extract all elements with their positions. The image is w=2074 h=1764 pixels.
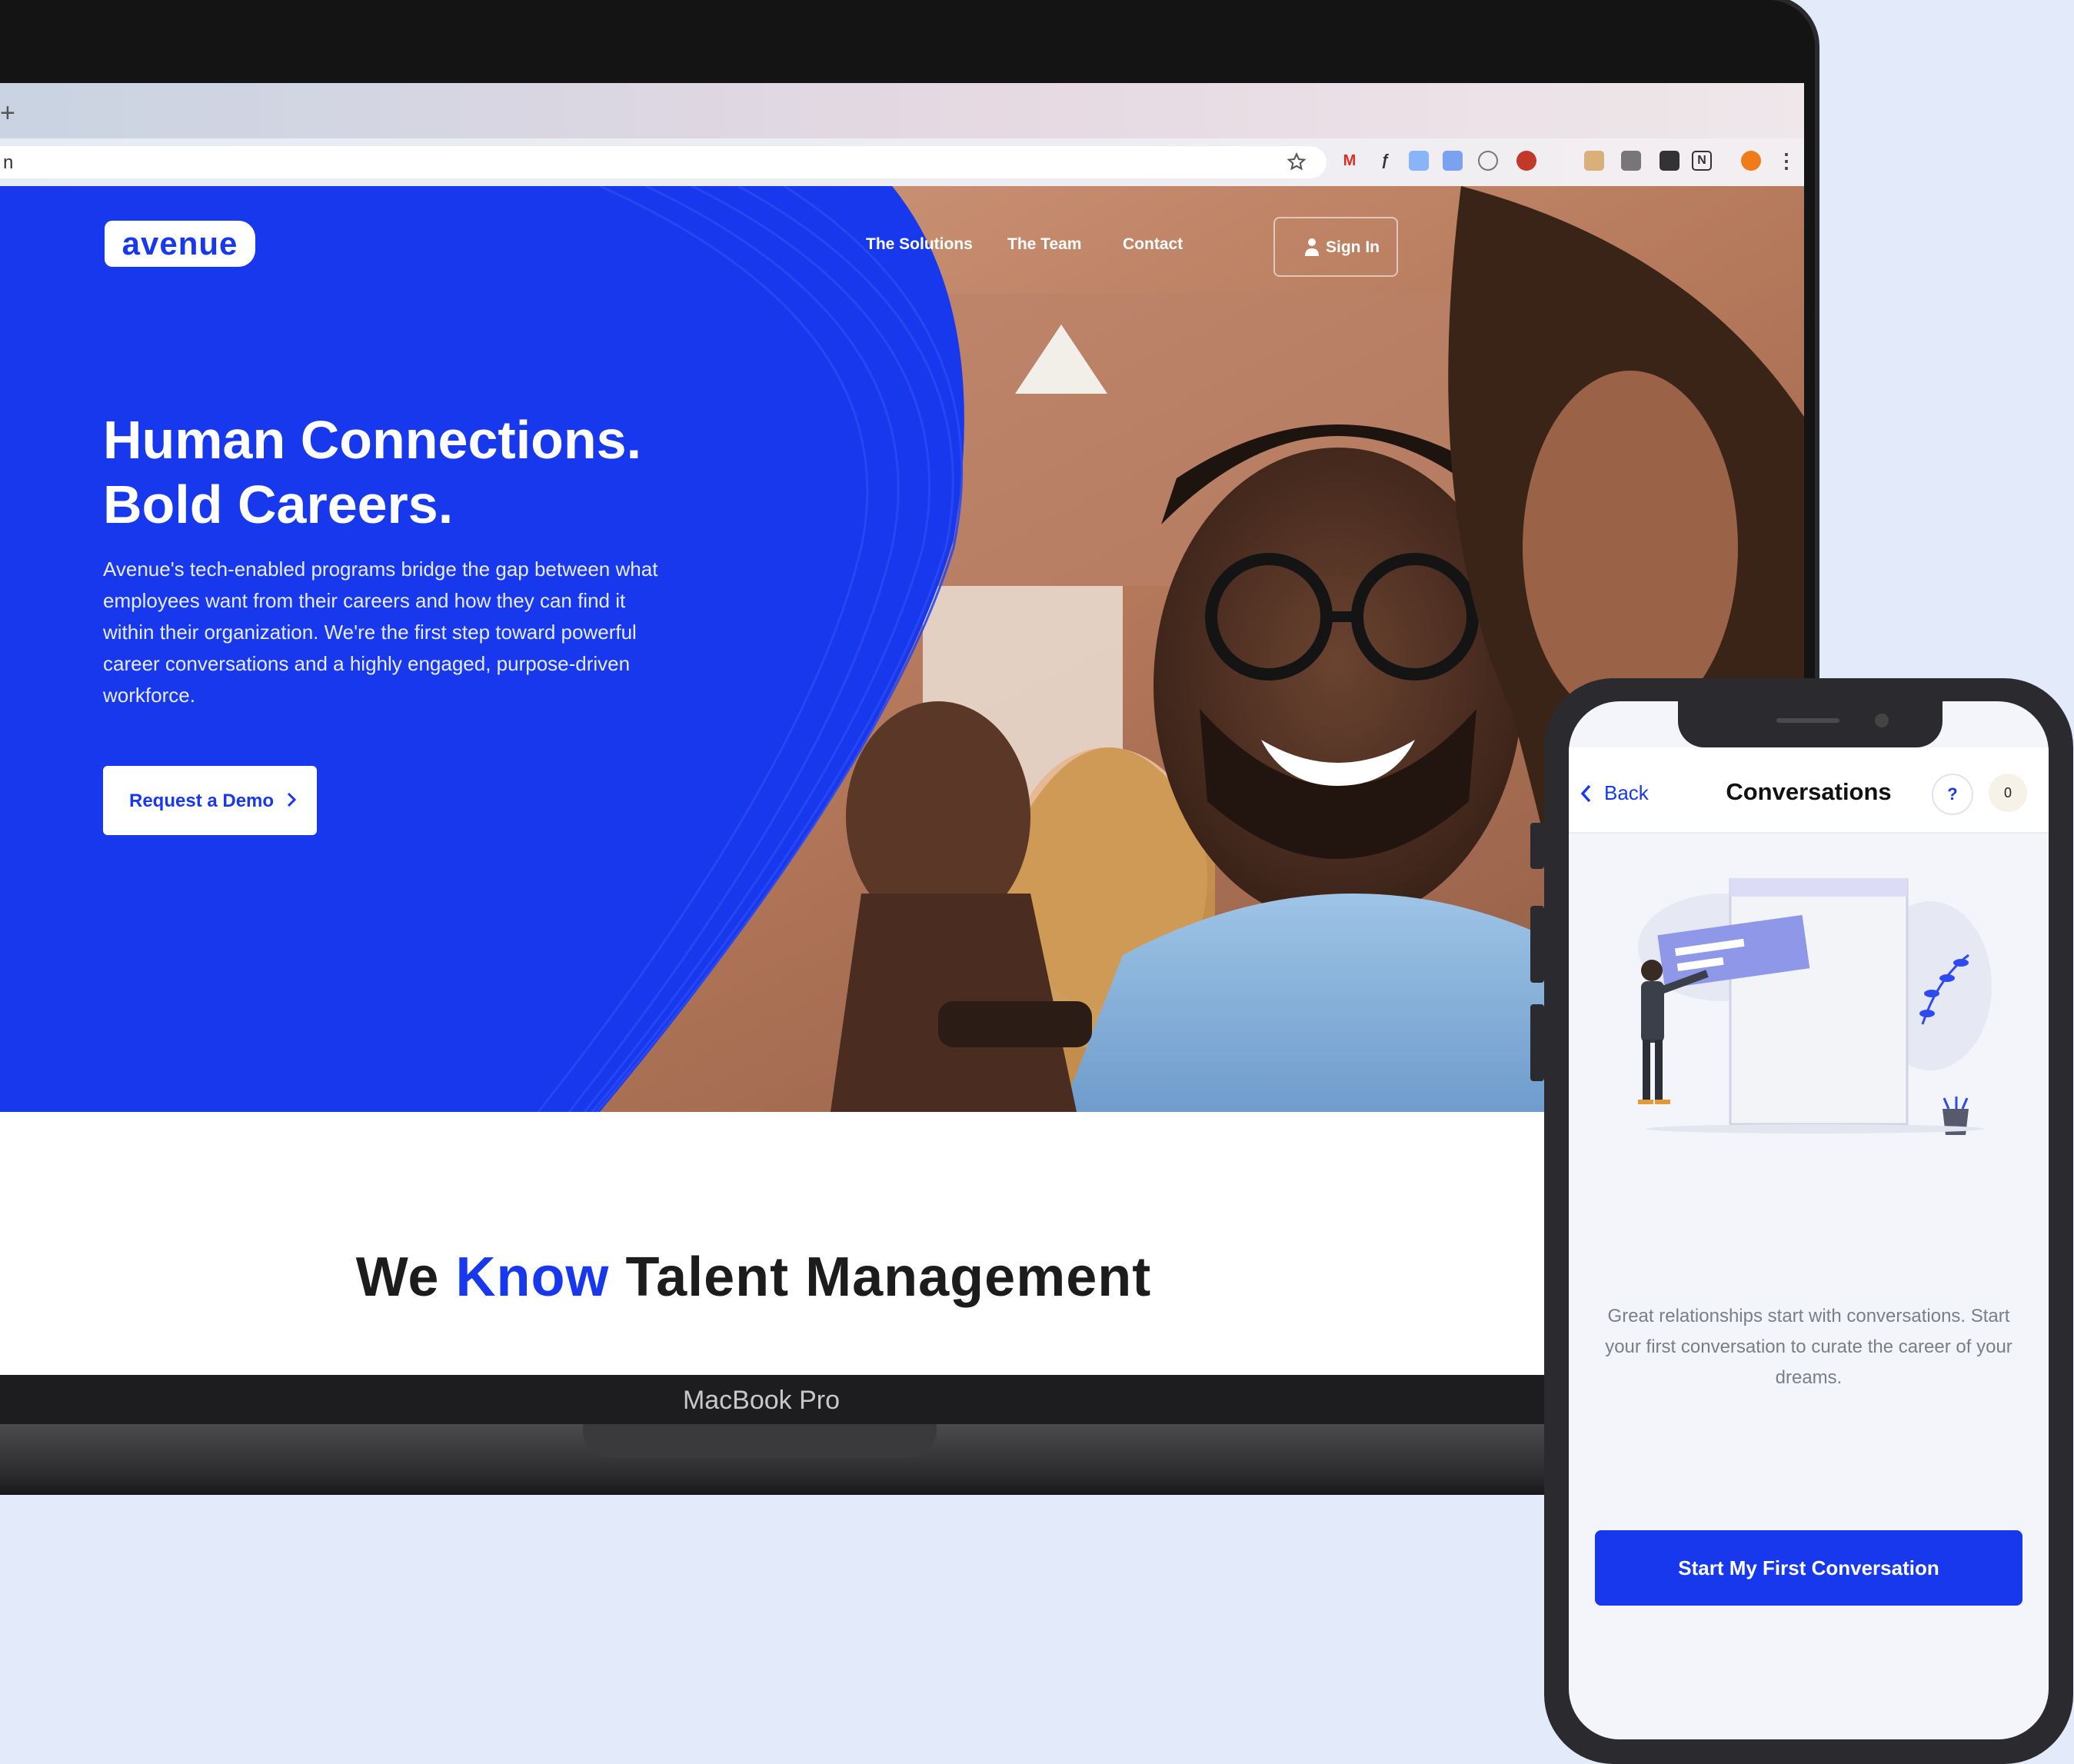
notion-icon[interactable]: N xyxy=(1692,151,1712,171)
sign-in-button[interactable]: Sign In xyxy=(1273,217,1398,277)
pocket-icon[interactable] xyxy=(1478,151,1498,171)
new-tab-button[interactable]: + xyxy=(0,98,15,128)
hero-description: Avenue's tech-enabled programs bridge th… xyxy=(103,557,658,707)
hero-title: Human Connections. Bold Careers. xyxy=(103,408,795,537)
screen-title: Conversations xyxy=(1726,778,1892,805)
empty-state-message: Great relationships start with conversat… xyxy=(1605,1306,2012,1388)
request-demo-label: Request a Demo xyxy=(129,790,275,811)
formula-icon[interactable]: ƒ xyxy=(1375,151,1395,171)
sign-in-label: Sign In xyxy=(1326,238,1380,256)
phone-volume-down xyxy=(1530,1004,1544,1081)
empty-state-illustration xyxy=(1638,878,1992,1135)
extension-icon[interactable] xyxy=(1621,151,1641,171)
website-page: avenue The Solutions The Team Contact Si… xyxy=(0,186,1804,1375)
section-heading-word-1: We xyxy=(355,1246,440,1308)
help-button[interactable]: ? xyxy=(1932,774,1973,815)
chevron-right-icon xyxy=(287,792,297,807)
phone-speaker xyxy=(1776,718,1839,723)
extension-icon[interactable] xyxy=(1584,151,1604,171)
laptop-screen: + n M ƒ N ⋮ avenue The Solutions The Tea… xyxy=(0,83,1804,1375)
browser-toolbar: n M ƒ N ⋮ xyxy=(0,138,1804,186)
shield-icon[interactable] xyxy=(1516,151,1536,171)
phone-silent-switch xyxy=(1530,823,1544,869)
section-heading: We Know Talent Management xyxy=(0,1246,1507,1309)
request-demo-button[interactable]: Request a Demo xyxy=(103,766,317,835)
app-header: Back Conversations ? 0 xyxy=(1569,747,2049,834)
browser-tab-strip: + xyxy=(0,83,1804,138)
section-heading-highlight: Know xyxy=(455,1246,610,1308)
phone-screen: Back Conversations ? 0 Great relationshi… xyxy=(1569,701,2049,1739)
address-bar-text: n xyxy=(3,152,14,173)
menu-icon[interactable]: ⋮ xyxy=(1776,151,1796,171)
phone-notch xyxy=(1678,701,1943,747)
hero-title-line-2: Bold Careers. xyxy=(103,474,454,534)
profile-icon[interactable] xyxy=(1741,151,1761,171)
laptop-bottom-bezel: MacBook Pro xyxy=(0,1375,1784,1424)
nav-the-team[interactable]: The Team xyxy=(1007,235,1081,254)
extension-icon[interactable] xyxy=(1443,151,1463,171)
star-icon[interactable] xyxy=(1286,151,1307,173)
hero-title-line-1: Human Connections. xyxy=(103,410,642,470)
macbook-label: MacBook Pro xyxy=(682,1386,841,1415)
phone-camera xyxy=(1875,714,1889,727)
gmail-icon[interactable]: M xyxy=(1340,151,1360,171)
notification-count-badge[interactable]: 0 xyxy=(1989,774,2027,812)
nav-contact[interactable]: Contact xyxy=(1123,235,1183,254)
phone-frame: Back Conversations ? 0 Great relationshi… xyxy=(1544,678,2073,1764)
start-conversation-button[interactable]: Start My First Conversation xyxy=(1595,1530,2022,1606)
laptop-hinge-notch xyxy=(583,1424,937,1458)
extension-icon[interactable] xyxy=(1409,151,1429,171)
phone-volume-up xyxy=(1530,906,1544,983)
address-bar[interactable]: n xyxy=(0,146,1327,178)
extension-icon[interactable] xyxy=(1660,151,1680,171)
avenue-logo[interactable]: avenue xyxy=(105,221,255,267)
user-icon xyxy=(1305,238,1319,256)
section-heading-rest: Talent Management xyxy=(625,1246,1152,1308)
nav-the-solutions[interactable]: The Solutions xyxy=(866,235,973,254)
